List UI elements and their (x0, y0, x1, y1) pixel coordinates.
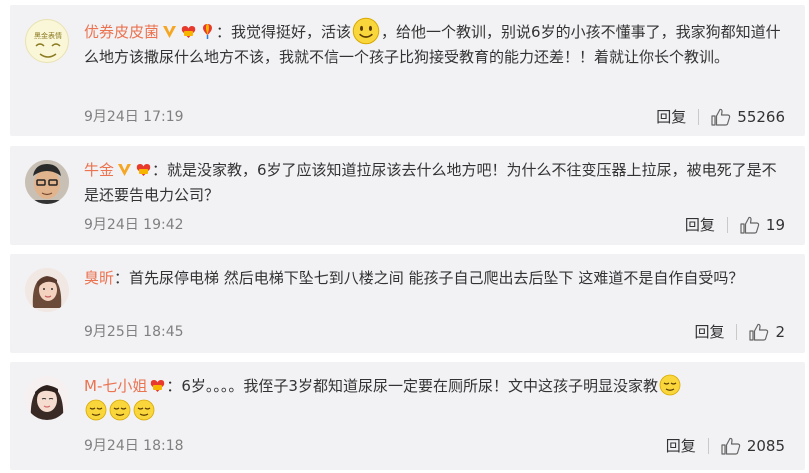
avatar-girl-icon (25, 268, 69, 312)
thumbs-up-icon (749, 323, 769, 341)
comment-actions: 回复 55266 (656, 107, 785, 127)
username-link[interactable]: 优券皮皮菌 (84, 23, 159, 41)
avatar[interactable] (25, 268, 69, 312)
reply-button[interactable]: 回复 (694, 322, 724, 342)
comment-footer: 9月25日 18:45 回复 2 (84, 322, 785, 342)
username-link[interactable]: M-七小姐 (84, 377, 147, 395)
like-count: 19 (765, 216, 785, 234)
comment-body: 牛金 ：就是没家教，6岁了应该知道拉尿该去什么地方吧！为什么不往变压器上拉尿，被电… (84, 158, 785, 208)
divider (707, 438, 709, 454)
avatar[interactable] (25, 160, 69, 204)
thumbs-up-icon (740, 216, 760, 234)
comment-footer: 9月24日 19:42 回复 19 (84, 215, 785, 235)
avatar-text: 黑金表情 (34, 31, 62, 40)
thumbs-up-icon (711, 108, 731, 126)
timestamp: 9月24日 19:42 (84, 217, 184, 233)
comment-card: M-七小姐 ：6岁。。。。我侄子3岁都知道尿尿一定要在厕所尿！文中这孩子明显没家教… (10, 362, 805, 470)
avatar[interactable] (25, 376, 69, 420)
avatar[interactable]: 黑金表情 (25, 19, 69, 63)
avatar-man-icon (25, 160, 69, 204)
timestamp: 9月25日 18:45 (84, 324, 184, 340)
like-button[interactable]: 19 (740, 215, 785, 235)
comment-card: 臭昕：首先尿停电梯 然后电梯下坠七到八楼之间 能孩子自己爬出去后坠下 这难道不是… (10, 254, 805, 353)
relieved-emoji (109, 399, 131, 421)
comment-text: ：首先尿停电梯 然后电梯下坠七到八楼之间 能孩子自己爬出去后坠下 这难道不是自作… (114, 269, 744, 287)
relieved-emoji (85, 399, 107, 421)
relieved-emoji (133, 399, 155, 421)
like-count: 2 (775, 323, 785, 341)
comment-text: ：我觉得挺好，活该 (216, 23, 352, 41)
reply-button[interactable]: 回复 (685, 215, 715, 235)
divider (736, 324, 738, 340)
comment-footer: 9月24日 17:19 回复 55266 (84, 107, 785, 127)
comment-actions: 回复 2 (694, 322, 785, 342)
comment-body: 优券皮皮菌 ：我觉得挺好，活该 ，给他一个教训，别说6岁的小孩不懂事了，我家狗都知道… (84, 17, 785, 70)
timestamp: 9月24日 17:19 (84, 109, 184, 125)
username-link[interactable]: 臭昕 (84, 269, 114, 287)
comment-card: 牛金 ：就是没家教，6岁了应该知道拉尿该去什么地方吧！为什么不往变压器上拉尿，被电… (10, 146, 805, 245)
like-count: 2085 (746, 437, 785, 455)
comment-text: ：6岁。。。。我侄子3岁都知道尿尿一定要在厕所尿！文中这孩子明显没家教 (166, 377, 658, 395)
divider (698, 109, 700, 125)
reply-button[interactable]: 回复 (656, 107, 686, 127)
like-button[interactable]: 55266 (711, 107, 785, 127)
comment-footer: 9月24日 18:18 回复 2085 (84, 436, 785, 456)
like-button[interactable]: 2 (749, 322, 785, 342)
relieved-emoji (659, 374, 681, 396)
divider (726, 217, 728, 233)
avatar-woman-icon (25, 376, 69, 420)
comment-card: 黑金表情 优券皮皮菌 ：我觉得挺好，活该 ，给他一个教训，别说6岁的小孩不懂事了，我… (10, 5, 805, 136)
thumbs-up-icon (721, 437, 741, 455)
level-badge-icon[interactable] (149, 377, 166, 394)
like-button[interactable]: 2085 (721, 436, 785, 456)
comment-body: 臭昕：首先尿停电梯 然后电梯下坠七到八楼之间 能孩子自己爬出去后坠下 这难道不是… (84, 266, 785, 291)
avatar-doodle-icon: 黑金表情 (34, 31, 62, 58)
level-badge-icon[interactable] (180, 23, 197, 40)
vip-v-icon[interactable] (161, 23, 178, 40)
vip-v-icon[interactable] (116, 161, 133, 178)
timestamp: 9月24日 18:18 (84, 438, 184, 454)
comment-text: ：就是没家教，6岁了应该知道拉尿该去什么地方吧！为什么不往变压器上拉尿，被电死了… (84, 161, 777, 204)
smile-emoji (352, 17, 380, 45)
balloon-icon[interactable] (199, 23, 216, 40)
reply-button[interactable]: 回复 (666, 436, 696, 456)
comment-actions: 回复 2085 (666, 436, 785, 456)
comment-actions: 回复 19 (685, 215, 785, 235)
comment-body: M-七小姐 ：6岁。。。。我侄子3岁都知道尿尿一定要在厕所尿！文中这孩子明显没家教 (84, 374, 785, 424)
like-count: 55266 (737, 108, 785, 126)
username-link[interactable]: 牛金 (84, 161, 114, 179)
level-badge-icon[interactable] (135, 161, 152, 178)
